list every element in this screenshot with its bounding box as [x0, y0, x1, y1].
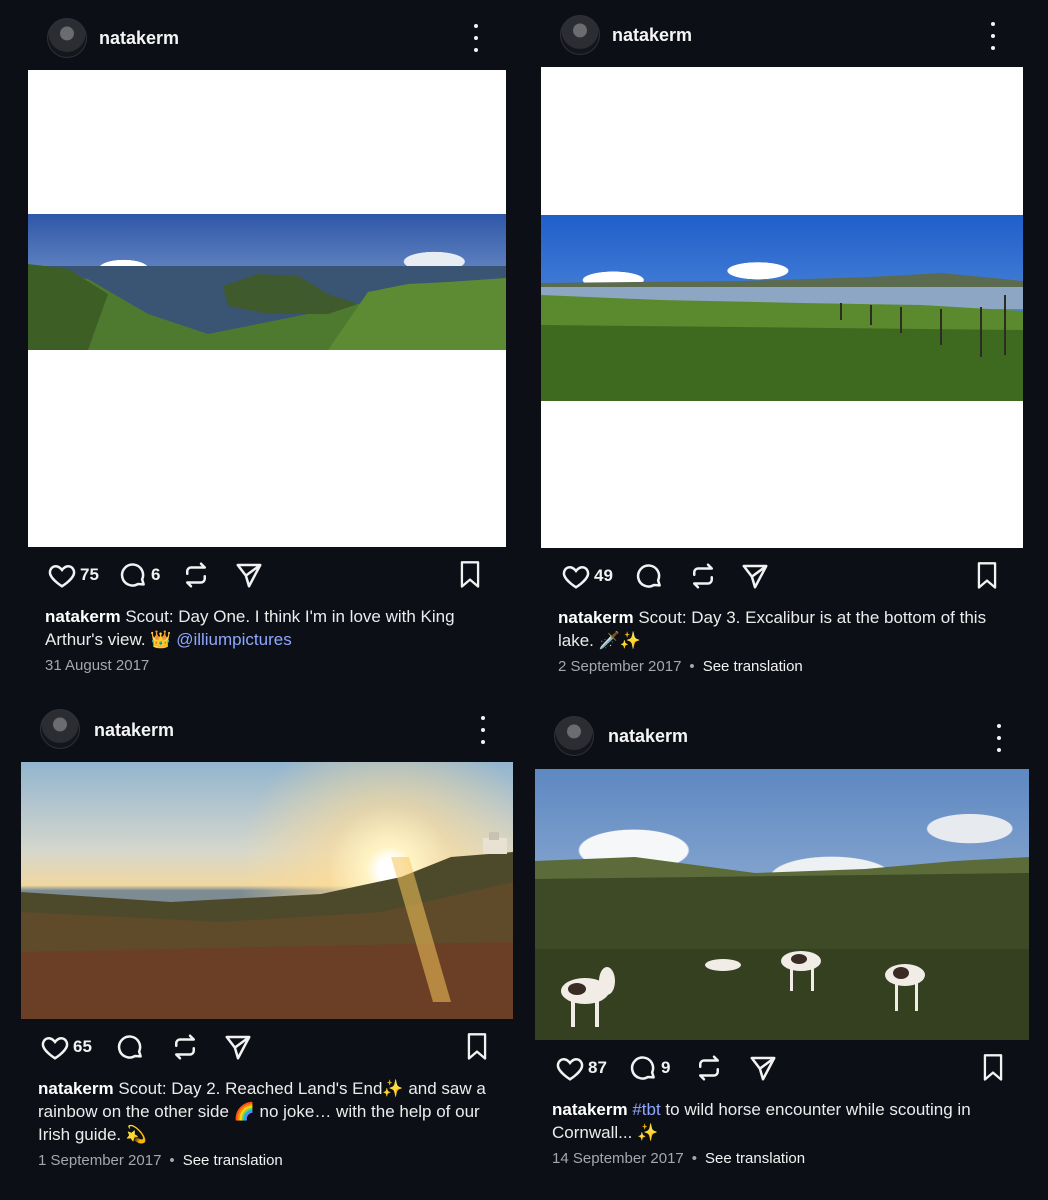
- repost-icon: [186, 562, 206, 588]
- send-icon: [750, 1056, 776, 1081]
- save-button[interactable]: [463, 1032, 491, 1067]
- post-card: natakerm 49 natakerm Scout: Day 3. Excal…: [541, 0, 1023, 675]
- post-actions: 75 6: [28, 547, 506, 605]
- post-username[interactable]: natakerm: [608, 726, 688, 747]
- comment-button[interactable]: 9: [628, 1053, 670, 1083]
- post-actions: 49: [541, 548, 1023, 606]
- save-button[interactable]: [979, 1053, 1007, 1088]
- post-image[interactable]: [28, 70, 506, 547]
- caption-username[interactable]: natakerm: [552, 1100, 628, 1119]
- like-button[interactable]: 49: [561, 561, 613, 591]
- heart-icon: [48, 564, 76, 588]
- post-caption: natakerm Scout: Day One. I think I'm in …: [28, 605, 506, 651]
- heart-icon: [556, 1057, 584, 1081]
- post-header: natakerm: [535, 700, 1029, 769]
- caption-username[interactable]: natakerm: [38, 1079, 114, 1098]
- post-meta: 2 September 2017 • See translation: [558, 658, 803, 675]
- post-meta: 1 September 2017 • See translation: [38, 1152, 283, 1169]
- avatar[interactable]: [47, 18, 87, 58]
- more-vertical-icon[interactable]: [983, 22, 1003, 50]
- share-button[interactable]: [223, 1032, 253, 1062]
- like-count: 75: [80, 565, 99, 584]
- comment-button[interactable]: [634, 561, 664, 591]
- comment-bubble-icon: [630, 1056, 655, 1080]
- post-date: 1 September 2017: [38, 1152, 162, 1169]
- like-count: 49: [594, 566, 613, 585]
- see-translation-link[interactable]: See translation: [703, 658, 803, 675]
- post-card: natakerm 75 6 natakerm Scout: Day One. I…: [28, 0, 506, 674]
- see-translation-link[interactable]: See translation: [705, 1150, 805, 1167]
- like-button[interactable]: 87: [555, 1053, 607, 1083]
- post-header: natakerm: [21, 694, 513, 762]
- repost-icon: [693, 563, 713, 589]
- post-header: natakerm: [28, 0, 506, 70]
- caption-username[interactable]: natakerm: [558, 608, 634, 627]
- caption-mention[interactable]: @illiumpictures: [176, 630, 292, 649]
- more-vertical-icon[interactable]: [466, 24, 486, 52]
- post-date: 2 September 2017: [558, 658, 682, 675]
- post-image[interactable]: [541, 67, 1023, 548]
- post-username[interactable]: natakerm: [99, 28, 179, 49]
- send-icon: [742, 564, 768, 589]
- comment-bubble-icon: [117, 1035, 142, 1059]
- comment-count: 9: [661, 1058, 671, 1077]
- caption-username[interactable]: natakerm: [45, 607, 121, 626]
- repost-icon: [699, 1055, 719, 1081]
- post-header: natakerm: [541, 0, 1023, 67]
- repost-button[interactable]: [694, 1053, 724, 1083]
- share-button[interactable]: [234, 560, 264, 590]
- more-vertical-icon[interactable]: [989, 724, 1009, 752]
- like-button[interactable]: 75: [47, 560, 99, 590]
- like-count: 65: [73, 1037, 92, 1056]
- save-button[interactable]: [973, 561, 1001, 596]
- post-meta: 31 August 2017: [28, 651, 506, 674]
- repost-button[interactable]: [688, 561, 718, 591]
- post-meta: 14 September 2017 • See translation: [552, 1150, 806, 1167]
- send-icon: [225, 1035, 251, 1060]
- comment-bubble-icon: [636, 564, 661, 588]
- like-button[interactable]: 65: [40, 1032, 92, 1062]
- bookmark-icon: [977, 562, 997, 589]
- post-date: 31 August 2017: [45, 657, 150, 674]
- post-actions: 65: [21, 1019, 513, 1077]
- send-icon: [236, 563, 262, 588]
- avatar[interactable]: [560, 15, 600, 55]
- save-button[interactable]: [456, 560, 484, 595]
- post-image[interactable]: [21, 762, 513, 1019]
- heart-icon: [41, 1036, 69, 1060]
- post-caption: natakerm #tbt to wild horse encounter wh…: [535, 1098, 1029, 1144]
- like-count: 87: [588, 1058, 607, 1077]
- comment-button[interactable]: [115, 1032, 145, 1062]
- post-caption: natakerm Scout: Day 2. Reached Land's En…: [21, 1077, 513, 1146]
- post-card: natakerm 65 natakerm Scout: Day 2. Reach…: [21, 694, 513, 1169]
- repost-button[interactable]: [170, 1032, 200, 1062]
- comment-bubble-icon: [120, 563, 145, 587]
- bookmark-icon: [460, 561, 480, 588]
- more-vertical-icon[interactable]: [473, 716, 493, 744]
- see-translation-link[interactable]: See translation: [183, 1152, 283, 1169]
- post-image[interactable]: [535, 769, 1029, 1040]
- avatar[interactable]: [40, 709, 80, 749]
- post-actions: 87 9: [535, 1040, 1029, 1098]
- post-username[interactable]: natakerm: [94, 720, 174, 741]
- post-username[interactable]: natakerm: [612, 25, 692, 46]
- share-button[interactable]: [748, 1053, 778, 1083]
- post-card: natakerm 87 9 natakerm #tbt to wild hors…: [535, 700, 1029, 1167]
- comment-button[interactable]: 6: [118, 560, 160, 590]
- post-date: 14 September 2017: [552, 1150, 684, 1167]
- comment-count: 6: [151, 565, 161, 584]
- heart-icon: [562, 565, 590, 589]
- caption-hashtag[interactable]: #tbt: [632, 1100, 660, 1119]
- avatar[interactable]: [554, 716, 594, 756]
- repost-icon: [175, 1034, 195, 1060]
- post-caption: natakerm Scout: Day 3. Excalibur is at t…: [541, 606, 1023, 652]
- repost-button[interactable]: [181, 560, 211, 590]
- bookmark-icon: [467, 1033, 487, 1060]
- share-button[interactable]: [740, 561, 770, 591]
- bookmark-icon: [983, 1054, 1003, 1081]
